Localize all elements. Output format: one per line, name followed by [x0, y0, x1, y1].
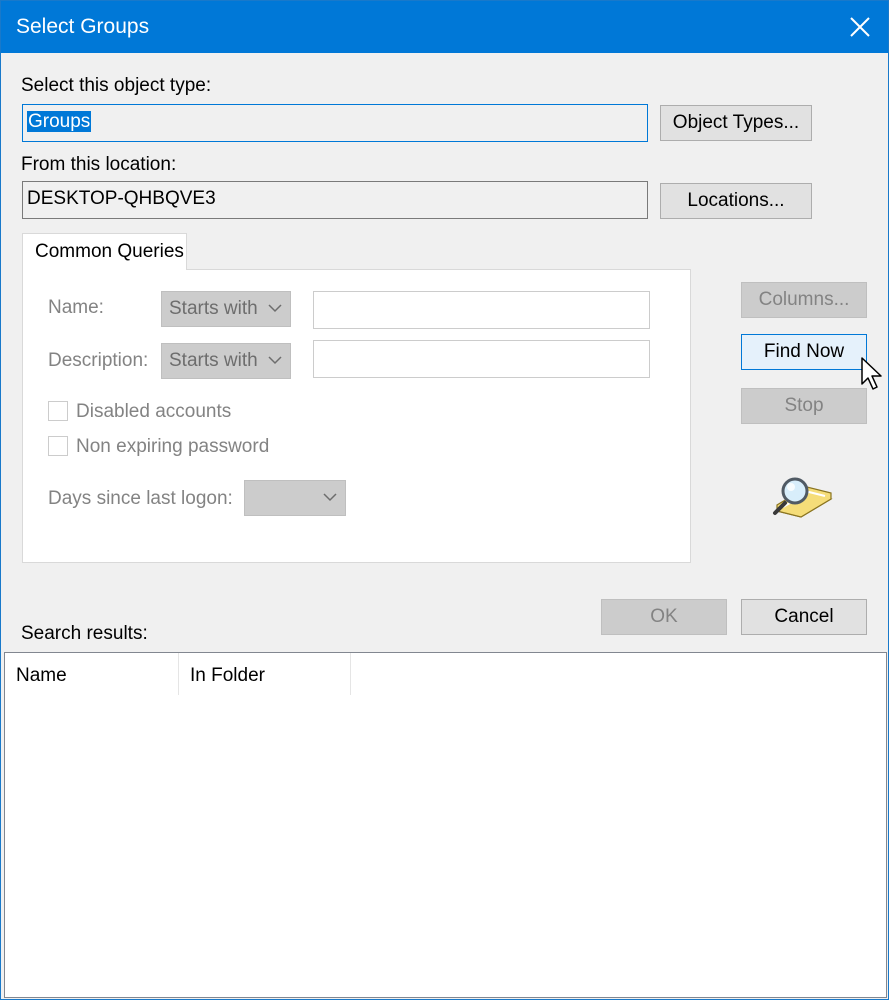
find-now-button[interactable]: Find Now [741, 334, 867, 370]
chevron-down-icon [323, 493, 337, 502]
cancel-button[interactable]: Cancel [741, 599, 867, 635]
title-bar[interactable]: Select Groups [1, 1, 888, 53]
non-expiring-password-label: Non expiring password [76, 436, 270, 457]
close-button[interactable] [832, 1, 888, 53]
disabled-accounts-label: Disabled accounts [76, 401, 232, 422]
name-query-input[interactable] [313, 291, 650, 329]
object-type-label: Select this object type: [21, 75, 212, 96]
description-query-input[interactable] [313, 340, 650, 378]
location-field[interactable]: DESKTOP-QHBQVE3 [22, 181, 648, 219]
location-value: DESKTOP-QHBQVE3 [27, 188, 216, 209]
days-since-logon-select[interactable] [244, 480, 346, 516]
description-query-label: Description: [48, 350, 149, 371]
object-type-field[interactable]: Groups [22, 104, 648, 142]
column-header-in-folder[interactable]: In Folder [179, 653, 351, 695]
close-icon [850, 17, 870, 37]
mouse-pointer-icon [861, 357, 882, 390]
name-mode-value: Starts with [169, 298, 258, 319]
disabled-accounts-checkbox[interactable] [48, 401, 68, 421]
columns-button[interactable]: Columns... [741, 282, 867, 318]
location-label: From this location: [21, 154, 177, 175]
days-since-logon-label: Days since last logon: [48, 488, 233, 509]
name-mode-select[interactable]: Starts with [161, 291, 291, 327]
column-header-name[interactable]: Name [5, 653, 179, 695]
name-query-label: Name: [48, 297, 104, 318]
search-results-label: Search results: [21, 623, 148, 644]
search-query-icon [773, 477, 833, 518]
chevron-down-icon [268, 304, 282, 313]
description-mode-value: Starts with [169, 350, 258, 371]
ok-button[interactable]: OK [601, 599, 727, 635]
object-type-value: Groups [27, 111, 92, 132]
non-expiring-password-checkbox[interactable] [48, 436, 68, 456]
description-mode-select[interactable]: Starts with [161, 343, 291, 379]
object-types-button[interactable]: Object Types... [660, 105, 812, 141]
window-title: Select Groups [16, 15, 150, 38]
select-groups-dialog: Select Groups Select this object type: G… [0, 0, 889, 1000]
search-results-list[interactable]: Name In Folder [4, 652, 887, 998]
locations-button[interactable]: Locations... [660, 183, 812, 219]
stop-button[interactable]: Stop [741, 388, 867, 424]
chevron-down-icon [268, 356, 282, 365]
tab-common-queries[interactable]: Common Queries [22, 233, 187, 270]
